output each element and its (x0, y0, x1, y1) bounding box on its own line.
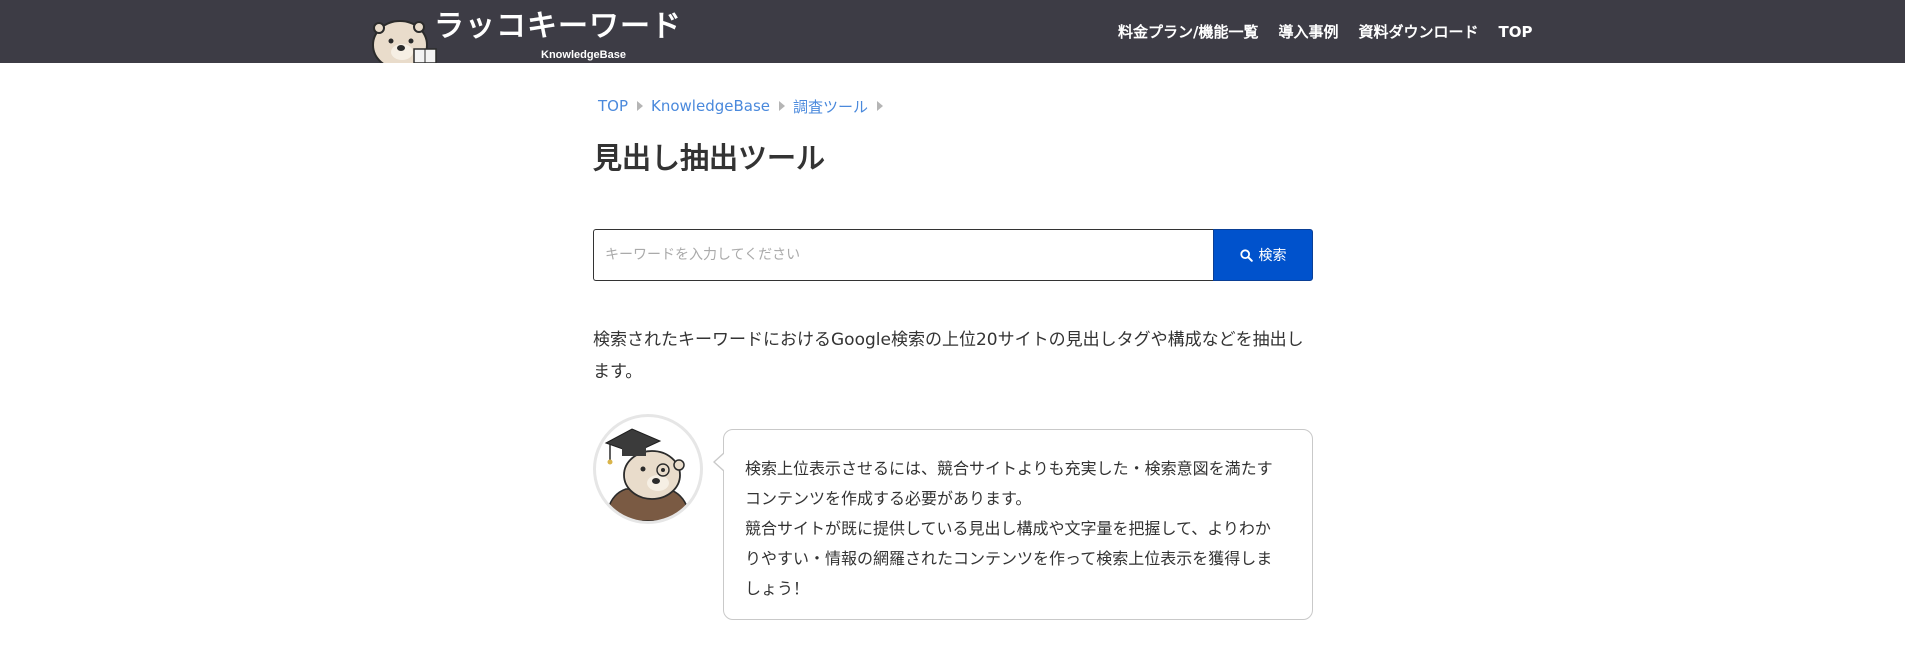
site-logo[interactable]: ラッコキーワード KnowledgeBase (366, 0, 681, 63)
nav-item-pricing[interactable]: 料金プラン/機能一覧 (1118, 21, 1258, 42)
search-input[interactable] (593, 229, 1213, 281)
search-button-label: 検索 (1258, 248, 1287, 264)
sea-otter-graduate-avatar-icon (604, 428, 691, 521)
site-header: ラッコキーワード KnowledgeBase 料金プラン/機能一覧 導入事例 資… (0, 0, 1905, 63)
speech-line: しょう！ (745, 579, 810, 598)
speech-line: りやすい・情報の網羅されたコンテンツを作って検索上位表示を獲得しま (745, 549, 1273, 568)
nav-item-case-studies[interactable]: 導入事例 (1278, 21, 1338, 42)
speech-line: コンテンツを作成する必要があります。 (745, 489, 1032, 508)
search-form: 検索 (593, 229, 1313, 281)
avatar (593, 414, 703, 524)
breadcrumb-item-research-tools[interactable]: 調査ツール (793, 96, 868, 117)
speech-bubble: 検索上位表示させるには、競合サイトよりも充実した・検索意図を満たす コンテンツを… (713, 429, 1313, 620)
main-nav: 料金プラン/機能一覧 導入事例 資料ダウンロード TOP (1118, 0, 1533, 63)
search-button[interactable]: 検索 (1213, 229, 1313, 281)
breadcrumb: TOP KnowledgeBase 調査ツール (598, 96, 891, 116)
tool-description: 検索されたキーワードにおけるGoogle検索の上位20サイトの見出しタグや構成な… (593, 330, 1304, 382)
breadcrumb-item-top[interactable]: TOP (598, 97, 628, 115)
breadcrumb-separator-icon (637, 101, 644, 111)
breadcrumb-separator-icon (877, 101, 884, 111)
logo-subtitle: KnowledgeBase (541, 49, 626, 61)
speech-line: 検索上位表示させるには、競合サイトよりも充実した・検索意図を満たす (745, 459, 1273, 478)
logo-title: ラッコキーワード (434, 9, 682, 44)
search-icon (1239, 248, 1253, 262)
page-title: 見出し抽出ツール (593, 141, 826, 175)
nav-item-downloads[interactable]: 資料ダウンロード (1359, 21, 1479, 42)
speech-bubble-tail-fill (715, 453, 725, 471)
speech-line: 競合サイトが既に提供している見出し構成や文字量を把握して、よりわか (745, 519, 1271, 538)
breadcrumb-item-knowledgebase[interactable]: KnowledgeBase (651, 97, 770, 115)
breadcrumb-separator-icon (779, 101, 785, 111)
nav-item-top[interactable]: TOP (1499, 23, 1533, 41)
